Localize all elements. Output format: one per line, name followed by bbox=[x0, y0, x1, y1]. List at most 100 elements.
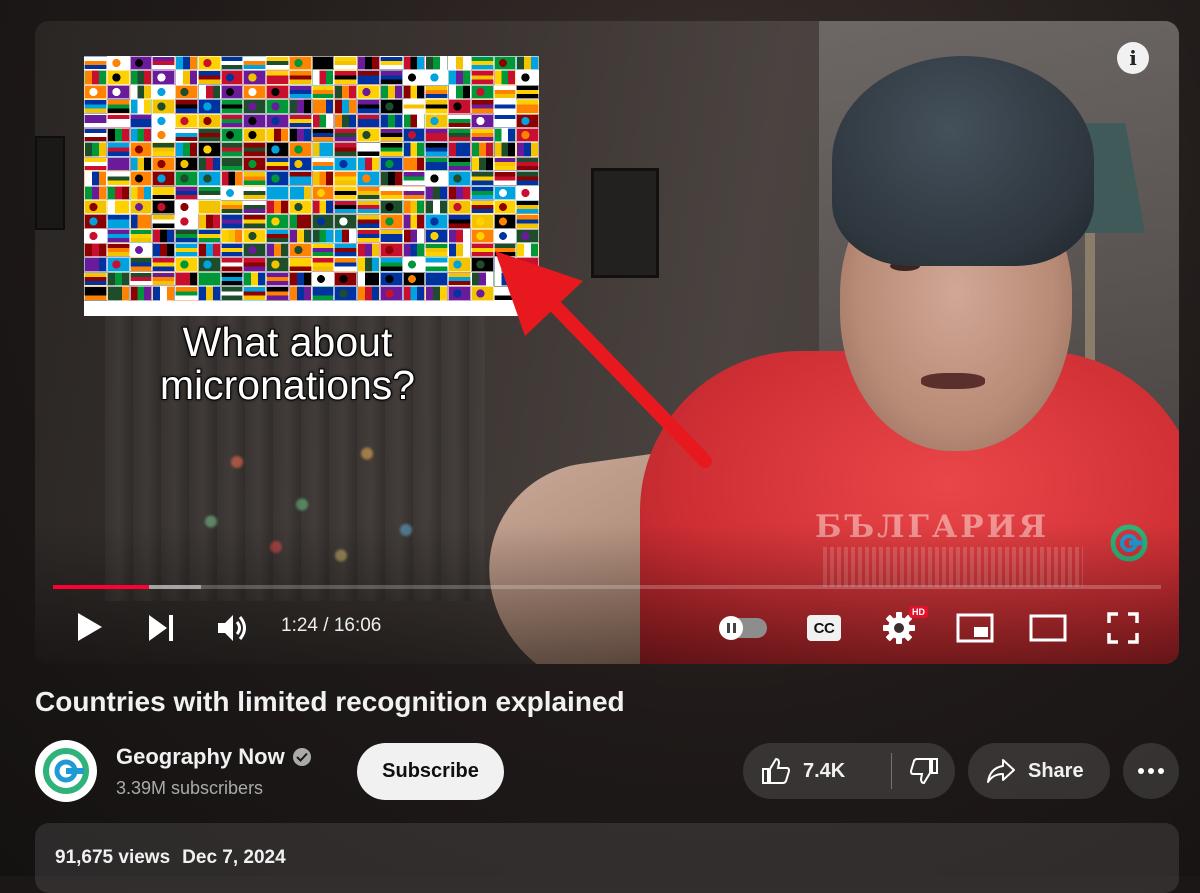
flag-thumbnail bbox=[84, 142, 107, 157]
flag-thumbnail bbox=[129, 271, 153, 287]
flag-thumbnail bbox=[197, 214, 221, 229]
flag-thumbnail bbox=[448, 257, 471, 272]
flag-thumbnail bbox=[220, 56, 244, 71]
flag-thumbnail bbox=[243, 257, 266, 272]
flag-thumbnail bbox=[470, 243, 494, 258]
flag-thumbnail bbox=[379, 257, 403, 272]
flag-thumbnail bbox=[175, 171, 198, 186]
flag-thumbnail bbox=[129, 228, 153, 244]
subtitles-button[interactable]: CC bbox=[807, 615, 841, 641]
flag-thumbnail bbox=[84, 84, 107, 100]
flag-thumbnail bbox=[129, 113, 153, 128]
flag-thumbnail bbox=[243, 142, 266, 157]
flag-thumbnail bbox=[152, 185, 175, 200]
flag-thumbnail bbox=[493, 99, 517, 114]
flag-thumbnail bbox=[311, 113, 335, 128]
hd-badge: HD bbox=[909, 606, 928, 618]
flag-thumbnail bbox=[197, 243, 221, 258]
flag-thumbnail bbox=[243, 228, 266, 244]
flag-thumbnail bbox=[197, 171, 221, 186]
flag-thumbnail bbox=[288, 243, 312, 258]
channel-name[interactable]: Geography Now bbox=[116, 744, 311, 770]
flag-thumbnail bbox=[448, 185, 471, 200]
flag-thumbnail bbox=[266, 70, 289, 85]
flag-thumbnail bbox=[106, 243, 130, 258]
flag-thumbnail bbox=[84, 243, 107, 258]
theater-mode-button[interactable] bbox=[1028, 611, 1068, 645]
flag-thumbnail bbox=[106, 257, 130, 272]
flag-thumbnail bbox=[266, 199, 289, 215]
flag-thumbnail bbox=[288, 214, 312, 229]
flag-thumbnail bbox=[425, 199, 448, 215]
volume-button[interactable] bbox=[217, 612, 251, 644]
like-button[interactable]: 7.4K bbox=[743, 743, 891, 799]
flag-thumbnail bbox=[106, 84, 130, 100]
flag-thumbnail bbox=[243, 70, 266, 85]
flag-thumbnail bbox=[175, 70, 198, 85]
flag-thumbnail bbox=[266, 286, 289, 301]
flag-thumbnail bbox=[266, 56, 289, 71]
flag-thumbnail bbox=[334, 286, 357, 301]
more-actions-button[interactable] bbox=[1123, 743, 1179, 799]
next-button[interactable] bbox=[145, 612, 177, 644]
flag-thumbnail bbox=[516, 185, 539, 200]
flag-thumbnail bbox=[288, 271, 312, 287]
flag-thumbnail bbox=[470, 142, 494, 157]
flag-thumbnail bbox=[334, 171, 357, 186]
flag-thumbnail bbox=[357, 127, 380, 143]
flag-thumbnail bbox=[516, 70, 539, 85]
red-arrow-annotation bbox=[495, 251, 712, 468]
flag-thumbnail bbox=[197, 113, 221, 128]
flag-thumbnail bbox=[288, 199, 312, 215]
flag-thumbnail bbox=[288, 56, 312, 71]
flag-thumbnail bbox=[425, 243, 448, 258]
flag-thumbnail bbox=[106, 99, 130, 114]
flag-thumbnail bbox=[152, 127, 175, 143]
flag-thumbnail bbox=[197, 257, 221, 272]
dislike-button[interactable] bbox=[892, 743, 955, 799]
flags-grid bbox=[84, 56, 539, 301]
play-button[interactable] bbox=[73, 611, 105, 643]
flag-thumbnail bbox=[197, 70, 221, 85]
description-box[interactable]: 91,675 views Dec 7, 2024 bbox=[35, 823, 1179, 893]
share-button[interactable]: Share bbox=[968, 743, 1110, 799]
flag-thumbnail bbox=[334, 70, 357, 85]
flag-thumbnail bbox=[175, 127, 198, 143]
miniplayer-icon bbox=[956, 613, 994, 643]
progress-played bbox=[53, 585, 150, 589]
flag-thumbnail bbox=[311, 142, 335, 157]
channel-avatar[interactable] bbox=[35, 740, 97, 802]
channel-name-text[interactable]: Geography Now bbox=[116, 744, 285, 770]
miniplayer-button[interactable] bbox=[955, 611, 995, 645]
flag-thumbnail bbox=[448, 199, 471, 215]
flag-thumbnail bbox=[175, 286, 198, 301]
flag-thumbnail bbox=[425, 84, 448, 100]
fullscreen-button[interactable] bbox=[1105, 610, 1141, 646]
flag-thumbnail bbox=[357, 142, 380, 157]
flag-thumbnail bbox=[288, 228, 312, 244]
progress-bar[interactable] bbox=[53, 585, 1161, 589]
flag-thumbnail bbox=[402, 56, 426, 71]
video-player[interactable]: БЪЛГАРИЯ What about micronations? i bbox=[35, 21, 1179, 664]
flag-thumbnail bbox=[129, 171, 153, 186]
presenter-mouth bbox=[921, 373, 985, 389]
flag-thumbnail bbox=[175, 56, 198, 71]
flag-thumbnail bbox=[402, 243, 426, 258]
flag-thumbnail bbox=[357, 99, 380, 114]
flag-thumbnail bbox=[425, 286, 448, 301]
flag-thumbnail bbox=[357, 70, 380, 85]
flag-thumbnail bbox=[288, 257, 312, 272]
flag-thumbnail bbox=[334, 271, 357, 287]
flag-thumbnail bbox=[152, 286, 175, 301]
flag-thumbnail bbox=[357, 171, 380, 186]
autoplay-toggle[interactable] bbox=[719, 616, 767, 640]
flag-thumbnail bbox=[470, 214, 494, 229]
flag-thumbnail bbox=[175, 214, 198, 229]
subscribe-button[interactable]: Subscribe bbox=[357, 743, 504, 800]
flag-thumbnail bbox=[425, 214, 448, 229]
flag-thumbnail bbox=[175, 99, 198, 114]
flag-thumbnail bbox=[334, 56, 357, 71]
flag-thumbnail bbox=[425, 156, 448, 172]
info-icon[interactable]: i bbox=[1117, 42, 1149, 74]
flag-thumbnail bbox=[357, 243, 380, 258]
